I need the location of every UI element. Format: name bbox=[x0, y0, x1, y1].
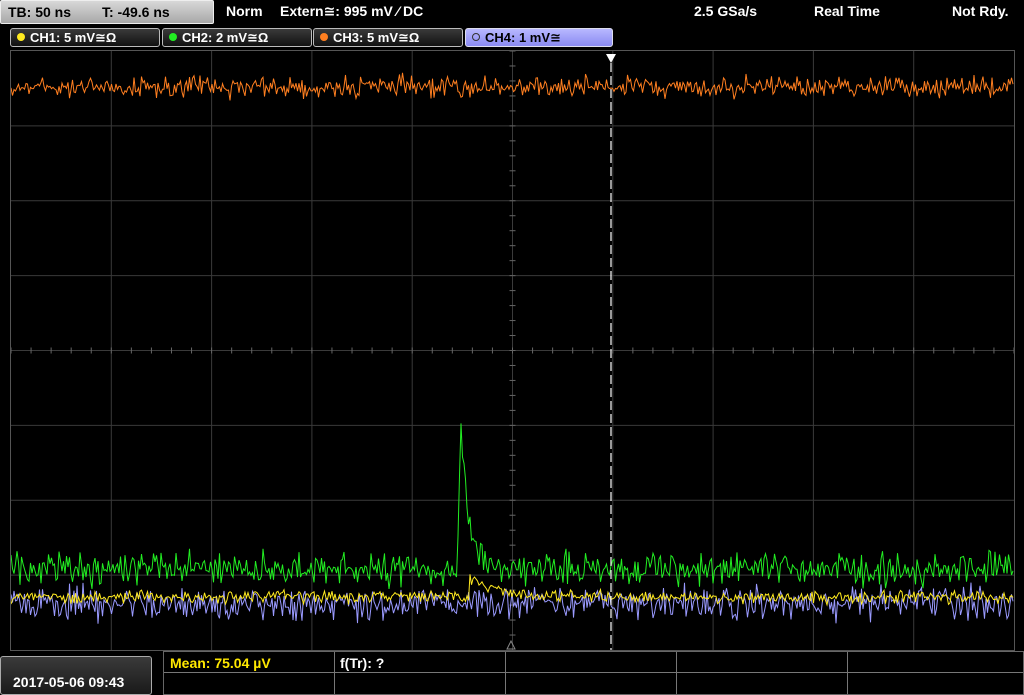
trigger-offset-marker-icon bbox=[506, 639, 516, 650]
datetime-box: 2017-05-06 09:43 bbox=[0, 656, 152, 695]
ch2-dot-icon bbox=[169, 33, 177, 41]
measurement-col-divider bbox=[847, 652, 848, 694]
ch1-dot-icon bbox=[17, 33, 25, 41]
trigger-source-label[interactable]: Extern≅: 995 mV ⁄ DC bbox=[280, 3, 423, 20]
channel-tab-ch3[interactable]: CH3: 5 mV≅Ω bbox=[313, 28, 463, 47]
channel-tab-label: CH2: 2 mV≅Ω bbox=[182, 30, 269, 45]
measurement-col-divider bbox=[505, 652, 506, 694]
sample-rate-label: 2.5 GSa/s bbox=[694, 3, 758, 19]
run-state-label: Not Rdy. bbox=[952, 3, 1009, 19]
waveform-display[interactable] bbox=[10, 50, 1015, 651]
trigger-marker-icon[interactable] bbox=[606, 54, 616, 63]
trigger-mode-label[interactable]: Norm bbox=[226, 3, 263, 19]
channel-tab-label: CH1: 5 mV≅Ω bbox=[30, 30, 117, 45]
ftr-measurement[interactable]: f(Tr): ? bbox=[340, 655, 384, 671]
datetime-label: 2017-05-06 09:43 bbox=[13, 674, 125, 690]
top-status-bar: TB: 50 ns T: -49.6 ns Norm Extern≅: 995 … bbox=[0, 0, 1024, 25]
measurement-row-divider bbox=[164, 672, 1023, 673]
waveform-graticule bbox=[11, 51, 1014, 650]
channel-tab-ch1[interactable]: CH1: 5 mV≅Ω bbox=[10, 28, 160, 47]
acquisition-mode-label: Real Time bbox=[814, 3, 880, 19]
timebase-box[interactable]: TB: 50 ns T: -49.6 ns bbox=[0, 0, 214, 24]
timebase-label: TB: 50 ns bbox=[8, 4, 72, 20]
mean-measurement[interactable]: Mean: 75.04 µV bbox=[170, 655, 271, 671]
measurement-col-divider bbox=[676, 652, 677, 694]
ch3-dot-icon bbox=[320, 33, 328, 41]
measurement-col-divider bbox=[334, 652, 335, 694]
channel-tab-label: CH4: 1 mV≅ bbox=[485, 30, 561, 45]
channel-tab-ch2[interactable]: CH2: 2 mV≅Ω bbox=[162, 28, 312, 47]
channel-tab-ch4[interactable]: CH4: 1 mV≅ bbox=[465, 28, 613, 47]
trigger-time-label: T: -49.6 ns bbox=[102, 4, 170, 20]
measurement-panel[interactable]: Mean: 75.04 µV f(Tr): ? bbox=[163, 651, 1024, 695]
ch4-dot-icon bbox=[472, 33, 480, 41]
channel-tab-label: CH3: 5 mV≅Ω bbox=[333, 30, 420, 45]
